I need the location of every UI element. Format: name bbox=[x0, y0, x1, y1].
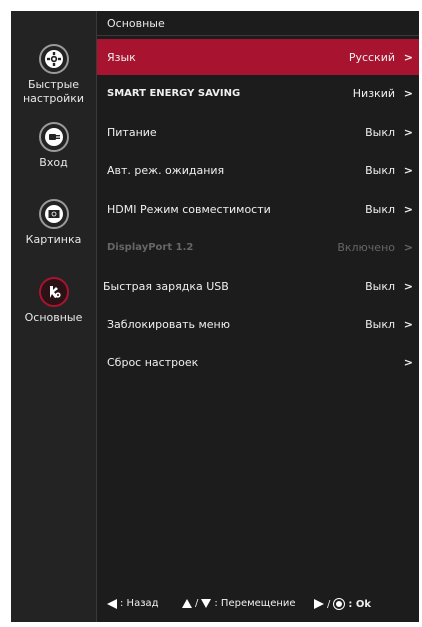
setting-row-displayport: DisplayPort 1.2 Включено > bbox=[97, 229, 419, 265]
hint-slash: / bbox=[327, 598, 331, 610]
setting-value: Включено bbox=[337, 240, 395, 254]
chevron-right-icon: > bbox=[403, 240, 413, 254]
sidebar-item-picture[interactable]: Картинка bbox=[11, 199, 96, 247]
input-plug-icon bbox=[38, 122, 69, 152]
monitor-osd-menu: Быстрые настройки Вход Картинка Основные… bbox=[11, 11, 419, 622]
ok-button-icon bbox=[333, 598, 346, 610]
sidebar-item-label: Картинка bbox=[25, 233, 82, 246]
setting-label: Быстрая зарядка USB bbox=[103, 279, 229, 293]
setting-value: Низкий bbox=[352, 86, 395, 100]
arrow-up-icon bbox=[182, 599, 192, 608]
sidebar-item-label: Основные bbox=[24, 311, 83, 324]
setting-value: Выкл bbox=[365, 279, 395, 293]
setting-row-reset[interactable]: Сброс настроек > bbox=[97, 344, 419, 380]
picture-icon bbox=[38, 199, 69, 229]
arrow-down-icon bbox=[201, 599, 212, 608]
hint-back-label: : Назад bbox=[120, 598, 159, 609]
setting-label: Язык bbox=[107, 50, 136, 64]
chevron-right-icon: > bbox=[403, 86, 413, 100]
setting-row-menu-lock[interactable]: Заблокировать меню Выкл > bbox=[97, 306, 419, 342]
setting-label: SMART ENERGY SAVING bbox=[107, 87, 241, 99]
setting-row-auto-standby[interactable]: Авт. реж. ожидания Выкл > bbox=[97, 152, 419, 188]
hint-ok: / : Ok bbox=[314, 598, 371, 610]
footer-hints: : Назад / : Перемещение / : Ok bbox=[97, 594, 419, 616]
setting-label: Питание bbox=[107, 125, 157, 139]
settings-panel: Основные Язык Русский > SMART ENERGY SAV… bbox=[97, 11, 419, 622]
chevron-right-icon: > bbox=[403, 125, 413, 139]
setting-label: Авт. реж. ожидания bbox=[107, 163, 225, 177]
section-title: Основные bbox=[107, 17, 165, 30]
setting-row-language[interactable]: Язык Русский > bbox=[97, 39, 419, 75]
setting-label: DisplayPort 1.2 bbox=[107, 241, 194, 253]
chevron-right-icon: > bbox=[403, 202, 413, 216]
setting-row-power[interactable]: Питание Выкл > bbox=[97, 114, 419, 150]
chevron-right-icon: > bbox=[403, 317, 413, 331]
arrow-right-icon bbox=[314, 599, 324, 609]
setting-row-usb-quick-charge[interactable]: Быстрая зарядка USB Выкл > bbox=[97, 268, 419, 304]
hint-back: : Назад bbox=[107, 598, 159, 609]
setting-row-smart-energy-saving[interactable]: SMART ENERGY SAVING Низкий > bbox=[97, 75, 419, 111]
sidebar-item-label: Быстрые настройки bbox=[22, 78, 85, 105]
gear-icon bbox=[38, 44, 69, 74]
setting-value: Выкл bbox=[365, 317, 395, 331]
setting-row-hdmi-compatibility[interactable]: HDMI Режим совместимости Выкл > bbox=[97, 191, 419, 227]
chevron-right-icon: > bbox=[403, 279, 413, 293]
general-settings-icon bbox=[38, 277, 69, 307]
sidebar-item-quick-settings[interactable]: Быстрые настройки bbox=[11, 44, 96, 106]
hint-move: / : Перемещение bbox=[182, 598, 296, 609]
setting-value: Русский bbox=[348, 50, 395, 64]
sidebar-item-input[interactable]: Вход bbox=[11, 122, 96, 170]
divider bbox=[97, 35, 419, 36]
chevron-right-icon: > bbox=[403, 50, 413, 64]
setting-value: Выкл bbox=[365, 163, 395, 177]
sidebar-item-label: Вход bbox=[39, 156, 68, 169]
hint-move-label: : Перемещение bbox=[214, 598, 296, 609]
sidebar: Быстрые настройки Вход Картинка Основные bbox=[11, 11, 97, 622]
setting-label: Сброс настроек bbox=[107, 355, 199, 369]
chevron-right-icon: > bbox=[403, 355, 413, 369]
setting-value: Выкл bbox=[365, 125, 395, 139]
sidebar-item-general[interactable]: Основные bbox=[11, 277, 96, 325]
hint-ok-label: : Ok bbox=[348, 598, 372, 610]
arrow-left-icon bbox=[107, 598, 117, 609]
setting-label: Заблокировать меню bbox=[107, 317, 230, 331]
setting-label: HDMI Режим совместимости bbox=[107, 202, 271, 216]
hint-slash: / bbox=[195, 598, 199, 609]
chevron-right-icon: > bbox=[403, 163, 413, 177]
setting-value: Выкл bbox=[365, 202, 395, 216]
